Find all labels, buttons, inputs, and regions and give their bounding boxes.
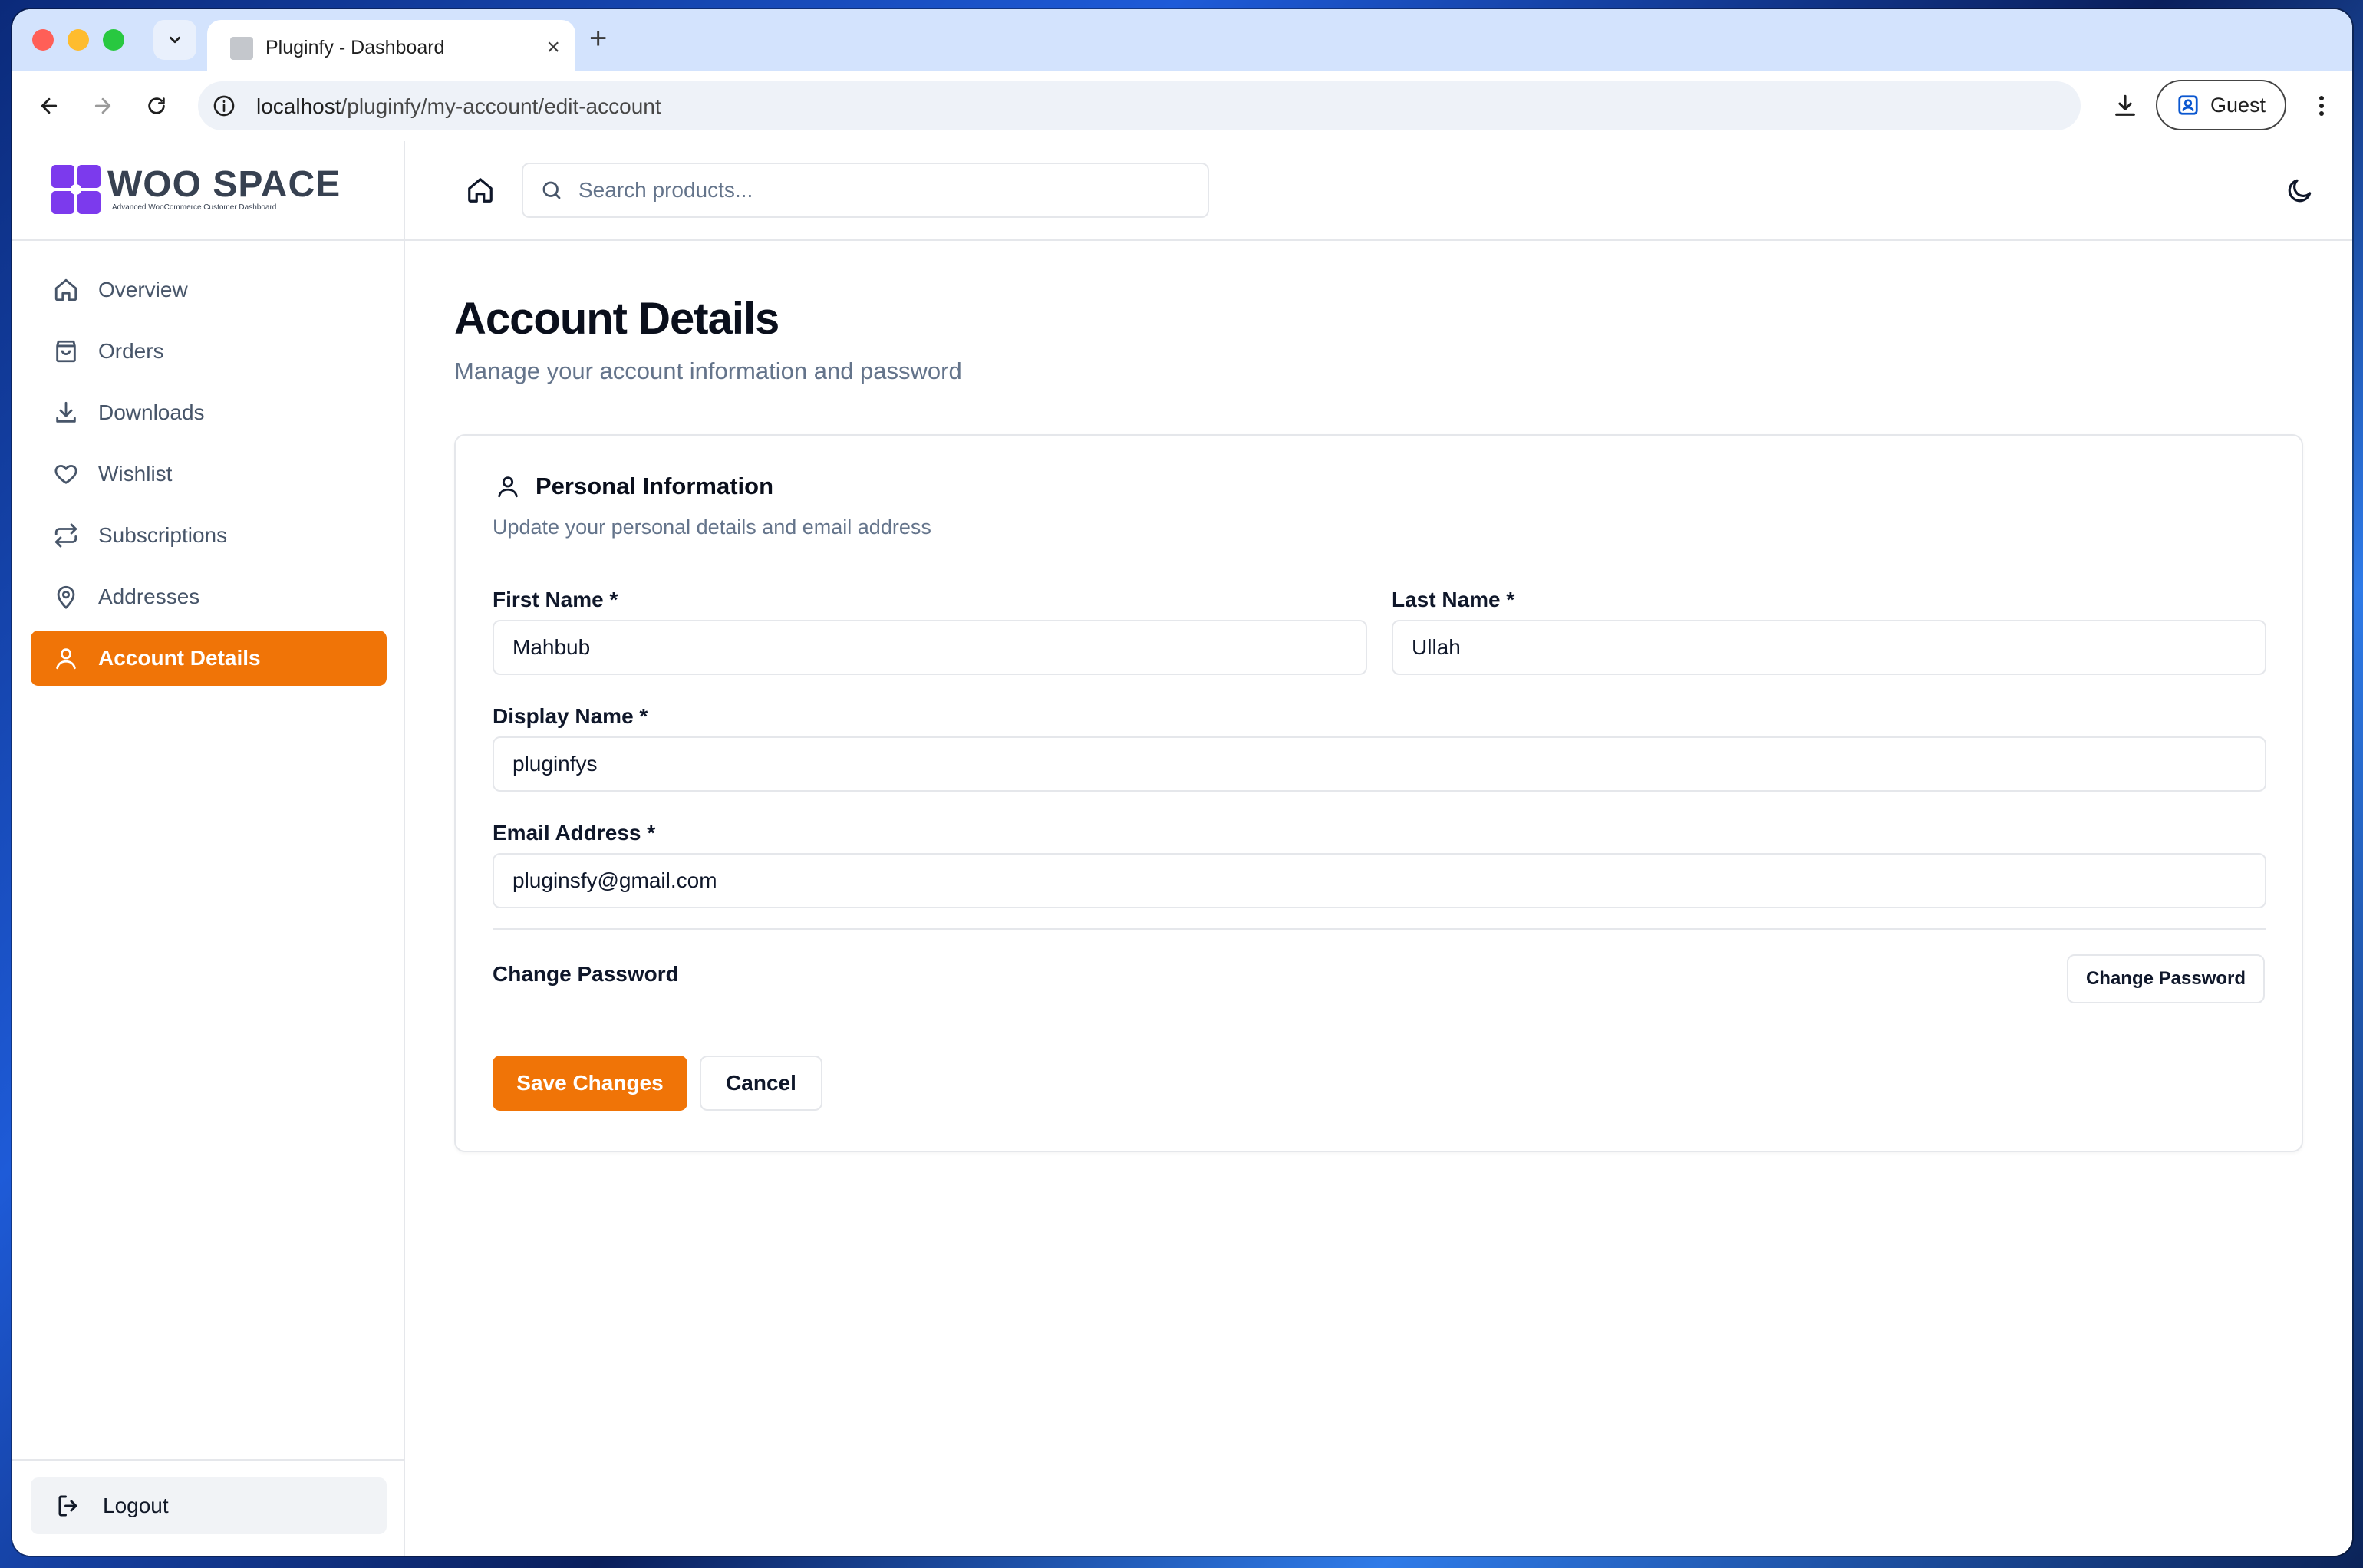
- profile-button[interactable]: Guest: [2156, 80, 2286, 130]
- repeat-icon: [51, 520, 81, 551]
- tab-bar: Pluginfy - Dashboard × +: [12, 9, 2352, 78]
- display-name-label: Display Name *: [493, 704, 648, 728]
- tab-close-icon[interactable]: ×: [546, 32, 560, 63]
- cancel-button[interactable]: Cancel: [700, 1056, 822, 1111]
- main-content: Account Details Manage your account info…: [405, 141, 2352, 1556]
- search-icon: [542, 181, 561, 199]
- theme-toggle-button[interactable]: [2280, 170, 2320, 210]
- page-title: Account Details: [454, 294, 779, 344]
- arrow-right-icon: [94, 97, 111, 114]
- sidebar-item-label: Downloads: [98, 400, 205, 424]
- email-field[interactable]: [493, 853, 2266, 908]
- sidebar-item-addresses[interactable]: Addresses: [31, 569, 387, 624]
- moon-icon: [2288, 179, 2312, 203]
- sidebar-item-label: Orders: [98, 339, 164, 363]
- last-name-field[interactable]: [1392, 620, 2266, 675]
- shopping-bag-icon: [51, 336, 81, 367]
- change-password-label: Change Password: [493, 962, 679, 986]
- top-bar: [405, 141, 2352, 241]
- last-name-label: Last Name *: [1392, 588, 1515, 611]
- sidebar-item-label: Addresses: [98, 585, 200, 608]
- sidebar-item-overview[interactable]: Overview: [31, 262, 387, 318]
- tab-title: Pluginfy - Dashboard: [265, 37, 445, 58]
- reload-button[interactable]: [140, 89, 173, 123]
- back-button[interactable]: [32, 89, 66, 123]
- last-name-group: Last Name *: [1392, 588, 2266, 675]
- logout-label: Logout: [103, 1494, 169, 1517]
- user-icon: [493, 471, 523, 502]
- first-name-label: First Name *: [493, 588, 618, 611]
- browser-tab[interactable]: Pluginfy - Dashboard ×: [207, 20, 575, 78]
- card-header: Personal Information: [493, 471, 773, 502]
- sidebar: WOO SPACE Advanced WooCommerce Customer …: [12, 141, 405, 1556]
- sidebar-item-orders[interactable]: Orders: [31, 324, 387, 379]
- download-icon: [2115, 94, 2135, 116]
- sidebar-item-wishlist[interactable]: Wishlist: [31, 446, 387, 502]
- email-group: Email Address *: [493, 821, 2266, 908]
- logout-button[interactable]: Logout: [31, 1477, 387, 1534]
- download-icon: [51, 397, 81, 428]
- profile-label: Guest: [2210, 93, 2266, 117]
- sidebar-item-downloads[interactable]: Downloads: [31, 385, 387, 440]
- sidebar-item-label: Wishlist: [98, 462, 173, 486]
- sidebar-item-label: Subscriptions: [98, 523, 228, 547]
- new-tab-button[interactable]: +: [589, 23, 607, 54]
- email-label: Email Address *: [493, 821, 656, 845]
- favicon-icon: [230, 37, 253, 60]
- map-pin-icon: [51, 581, 81, 612]
- site-info-icon[interactable]: [212, 94, 236, 118]
- search-input[interactable]: [577, 177, 1178, 203]
- home-icon: [468, 178, 493, 203]
- forward-button[interactable]: [86, 89, 120, 123]
- page-subtitle: Manage your account information and pass…: [454, 357, 962, 384]
- browser-window: Pluginfy - Dashboard × + localhost/plugi…: [12, 9, 2352, 1556]
- arrow-left-icon: [41, 97, 58, 114]
- personal-information-card: Personal Information Update your persona…: [454, 434, 2303, 1152]
- card-subtitle: Update your personal details and email a…: [493, 516, 931, 539]
- app-root: WOO SPACE Advanced WooCommerce Customer …: [12, 141, 2352, 1556]
- browser-menu-button[interactable]: [2306, 89, 2337, 123]
- chevron-down-icon: [170, 36, 180, 44]
- downloads-button[interactable]: [2107, 87, 2144, 124]
- logo-mark-icon: [51, 165, 101, 214]
- url-text: localhost/pluginfy/my-account/edit-accou…: [256, 94, 661, 119]
- maximize-window-button[interactable]: [103, 29, 124, 51]
- user-icon: [51, 643, 81, 674]
- address-bar[interactable]: localhost/pluginfy/my-account/edit-accou…: [198, 81, 2081, 130]
- brand-logo[interactable]: WOO SPACE Advanced WooCommerce Customer …: [51, 163, 341, 216]
- heart-icon: [51, 459, 81, 489]
- display-name-field[interactable]: [493, 736, 2266, 792]
- save-changes-button[interactable]: Save Changes: [493, 1056, 687, 1111]
- search-box[interactable]: [522, 163, 1209, 218]
- home-button[interactable]: [462, 172, 499, 209]
- home-icon: [51, 275, 81, 305]
- sidebar-item-subscriptions[interactable]: Subscriptions: [31, 508, 387, 563]
- minimize-window-button[interactable]: [68, 29, 89, 51]
- sidebar-nav: Overview Orders Downloads Wishlist Subsc…: [31, 262, 387, 692]
- sidebar-item-label: Overview: [98, 278, 188, 301]
- card-title: Personal Information: [536, 473, 774, 499]
- sidebar-header: WOO SPACE Advanced WooCommerce Customer …: [12, 141, 404, 241]
- url-path: /pluginfy/my-account/edit-account: [341, 94, 661, 118]
- brand-name: WOO SPACE: [107, 164, 341, 205]
- sidebar-item-label: Account Details: [98, 646, 261, 670]
- display-name-group: Display Name *: [493, 704, 2266, 792]
- more-vertical-icon: [2319, 96, 2324, 116]
- change-password-button[interactable]: Change Password: [2067, 954, 2265, 1003]
- close-window-button[interactable]: [32, 29, 54, 51]
- first-name-group: First Name *: [493, 588, 1367, 675]
- reload-icon: [148, 97, 165, 114]
- logout-icon: [54, 1491, 84, 1521]
- profile-icon: [2178, 95, 2198, 115]
- url-host: localhost: [256, 94, 341, 118]
- section-divider: [493, 928, 2266, 930]
- first-name-field[interactable]: [493, 620, 1367, 675]
- logo-text: WOO SPACE Advanced WooCommerce Customer …: [107, 166, 341, 212]
- sidebar-item-account-details[interactable]: Account Details: [31, 631, 387, 686]
- browser-toolbar: localhost/pluginfy/my-account/edit-accou…: [12, 71, 2352, 143]
- sidebar-footer: Logout: [12, 1459, 404, 1556]
- tab-search-button[interactable]: [153, 20, 196, 60]
